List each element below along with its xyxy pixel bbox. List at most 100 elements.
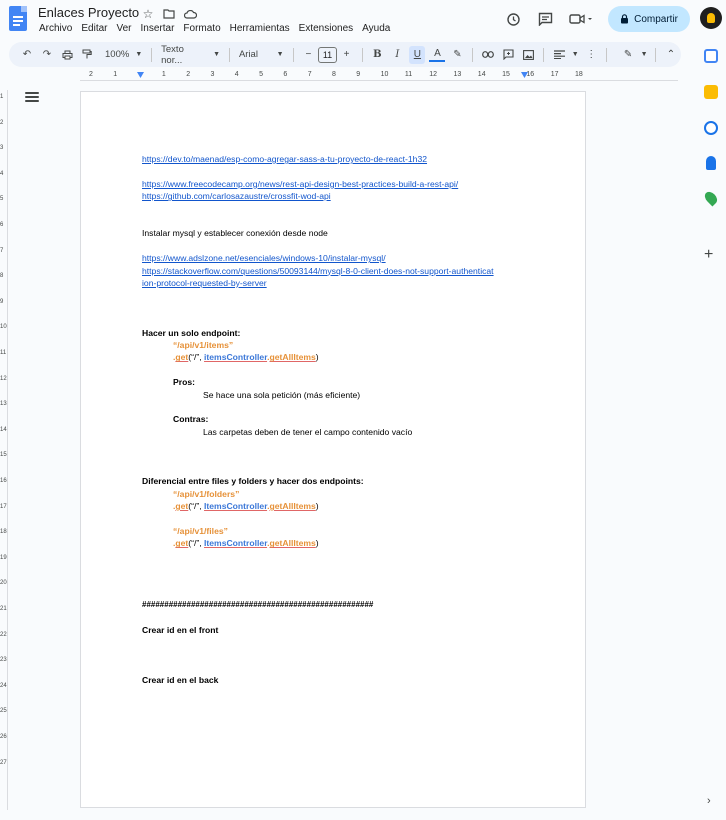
code-args-open: (“/”, [188,538,205,549]
code-method: getAllItems [269,352,316,363]
star-icon[interactable]: ☆ [141,7,155,21]
mysql-paragraph: Instalar mysql y establecer conexión des… [142,228,328,239]
code-get: get [175,501,189,512]
keep-icon[interactable] [704,85,718,99]
tasks-icon[interactable] [704,121,718,135]
menu-formato[interactable]: Formato [182,22,221,35]
menu-insertar[interactable]: Insertar [140,22,176,35]
maps-icon[interactable] [702,189,720,207]
chevron-down-icon[interactable]: ▼ [571,46,579,64]
vertical-ruler[interactable]: 1 2 3 4 5 6 7 8 9 10 11 12 13 14 15 16 17 18 19 20 21 22 23 24 2… [0,90,8,810]
link-stackoverflow-cont[interactable]: ion-protocol-requested-by-server [142,278,267,288]
font-select[interactable]: Arial ▼ [239,49,284,60]
horizontal-ruler[interactable]: 2 1 1 2 3 4 5 6 7 8 9 10 11 12 13 14 15 16 17 18 [80,71,678,81]
route-items: “/api/v1/items” [173,339,234,350]
text-color-button[interactable]: A [429,48,446,62]
ruler-tick-label: 3 [210,71,215,78]
ruler-tick-label: 16 [0,478,7,484]
collapse-menu-icon[interactable]: ⌃ [663,46,679,64]
zoom-select[interactable]: 100% ▼ [105,49,142,60]
undo-icon[interactable]: ↶ [19,46,35,64]
share-button[interactable]: Compartir [608,6,690,32]
highlight-color-icon[interactable]: ✎ [449,46,465,64]
ruler-tick-label: 1 [161,71,166,78]
redo-icon[interactable]: ↷ [39,46,55,64]
title-icons: ☆ [141,7,197,21]
ruler-tick-label: 20 [0,580,7,587]
link-stackoverflow[interactable]: https://stackoverflow.com/questions/5009… [142,266,494,276]
contras-label: Contras: [173,414,209,425]
decrease-font-size-button[interactable]: − [300,46,316,64]
menu-herramientas[interactable]: Herramientas [229,22,291,35]
document-outline-icon[interactable] [25,92,39,104]
italic-button[interactable]: I [389,46,405,64]
insert-image-icon[interactable] [520,46,536,64]
menu-extensiones[interactable]: Extensiones [298,22,354,35]
heading-front: Crear id en el front [142,625,219,636]
style-value: Texto nor... [161,43,184,66]
document-title[interactable]: Enlaces Proyecto [38,5,139,20]
ruler-tick-label: 5 [259,71,263,78]
meet-icon[interactable] [568,10,594,28]
calendar-icon[interactable] [704,49,718,63]
ruler-tick-label: 25 [0,708,7,715]
menu-ver[interactable]: Ver [115,22,132,35]
toolbar-divider [543,47,545,62]
menu-ayuda[interactable]: Ayuda [361,22,391,35]
code-args-close: ) [315,501,319,512]
insert-link-icon[interactable] [480,46,496,64]
add-addon-icon[interactable]: + [704,246,713,264]
contacts-icon[interactable] [706,156,716,170]
font-size-input[interactable]: 11 [318,46,337,63]
chevron-down-icon[interactable]: ▼ [640,46,648,64]
code-line-files: .get(“/”, ItemsController.getAllItems) [142,537,532,549]
ruler-tick-label: 7 [0,247,4,254]
print-icon[interactable] [59,46,75,64]
ruler-tick-label: 6 [0,222,4,228]
align-left-icon[interactable] [551,46,567,64]
ruler-tick-label: 18 [0,529,7,536]
chevron-down-icon: ▼ [135,51,143,58]
code-line-folders: .get(“/”, ItemsController.getAllItems) [142,500,532,512]
document-body[interactable]: https://dev.to/maenad/esp-como-agregar-s… [142,153,532,686]
ruler-tick-label: 19 [0,554,7,561]
cloud-saved-icon[interactable] [183,7,197,21]
add-comment-icon[interactable] [500,46,516,64]
comments-icon[interactable] [536,10,554,28]
code-args-open: (“/”, [188,501,205,512]
more-options-icon[interactable]: ⋮ [583,46,599,64]
bold-button[interactable]: B [369,46,385,64]
move-folder-icon[interactable] [162,7,176,21]
route-files: “/api/v1/files” [173,525,228,536]
underline-button[interactable]: U [409,45,426,64]
account-avatar[interactable] [700,7,722,29]
ruler-tick-label: 11 [0,350,7,356]
code-controller: ItemsController [204,501,268,512]
chevron-right-icon[interactable]: › [707,795,711,807]
right-indent-marker[interactable] [521,72,528,78]
menu-editar[interactable]: Editar [80,22,108,35]
link-freecodecamp[interactable]: https://www.freecodecamp.org/news/rest-a… [142,179,458,189]
ruler-tick-label: 9 [0,298,4,305]
pros-text: Se hace una sola petición (más eficiente… [203,389,361,400]
paint-format-icon[interactable] [79,46,95,64]
toolbar-divider [472,47,474,62]
heading-two-endpoints: Diferencial entre files y folders y hace… [142,476,364,487]
editing-mode-icon[interactable]: ✎ [620,46,636,64]
link-github[interactable]: https://github.com/carlosazaustre/crossf… [142,191,331,201]
menu-archivo[interactable]: Archivo [38,22,73,35]
document-page[interactable]: https://dev.to/maenad/esp-como-agregar-s… [80,91,586,808]
increase-font-size-button[interactable]: + [339,46,355,64]
docs-logo-icon[interactable] [9,6,27,31]
ruler-tick-label: 15 [0,452,7,459]
style-select[interactable]: Texto nor... ▼ [161,44,220,66]
history-icon[interactable] [504,10,522,28]
link-devto[interactable]: https://dev.to/maenad/esp-como-agregar-s… [142,154,427,164]
ruler-tick-label: 3 [0,145,4,152]
left-indent-marker[interactable] [137,72,144,78]
link-adslzone[interactable]: https://www.adslzone.net/esenciales/wind… [142,253,386,263]
heading-single-endpoint: Hacer un solo endpoint: [142,327,241,338]
formatting-toolbar: ↶ ↷ 100% ▼ Texto nor... ▼ Arial ▼ − 11 +… [9,42,681,67]
toolbar-divider [655,47,656,62]
top-right-actions: Compartir [504,6,690,32]
